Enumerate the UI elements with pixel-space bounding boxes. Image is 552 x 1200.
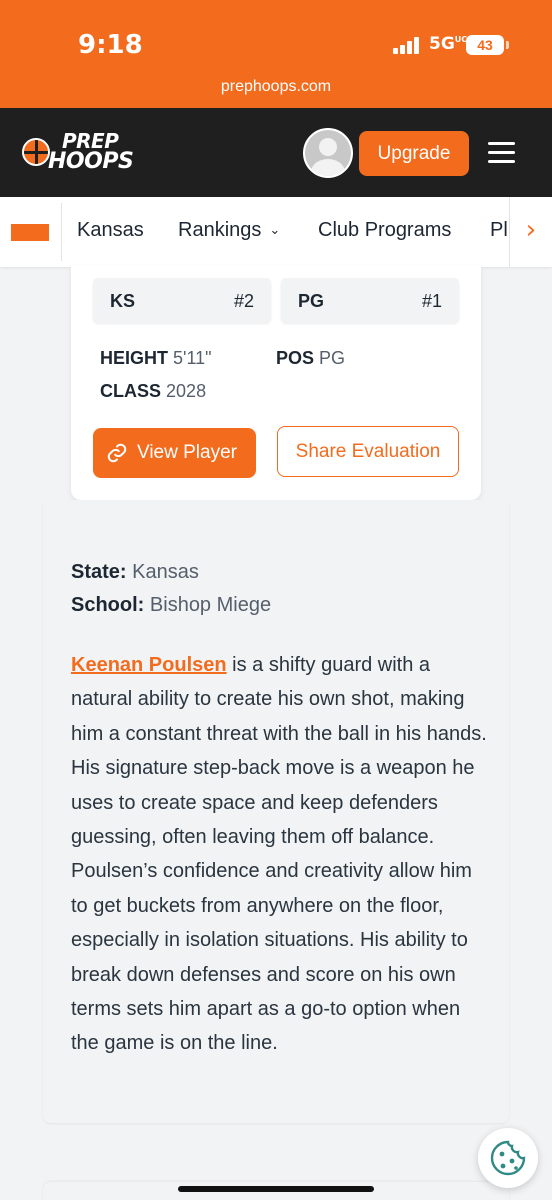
- share-evaluation-button[interactable]: Share Evaluation: [277, 426, 459, 477]
- signal-icon: [393, 36, 423, 54]
- evaluation-text: Keenan Poulsen is a shifty guard with a …: [71, 654, 487, 1055]
- class-attribute: CLASS 2028: [100, 381, 207, 401]
- chevron-right-icon[interactable]: ›: [509, 197, 552, 267]
- network-indicator: 5GUC: [429, 34, 468, 54]
- nav-item-rankings[interactable]: Rankings ⌄: [178, 219, 280, 242]
- pos-attribute: POS PG: [276, 348, 346, 368]
- nav-item-club-programs[interactable]: Club Programs: [318, 219, 451, 242]
- upgrade-button[interactable]: Upgrade: [359, 131, 469, 176]
- state-line: State: Kansas: [71, 561, 199, 583]
- evaluation-article: State: Kansas School: Bishop Miege Keena…: [43, 500, 509, 1123]
- avatar[interactable]: [303, 128, 353, 178]
- battery-icon: 43: [466, 35, 504, 55]
- player-name-link[interactable]: Keenan Poulsen: [71, 654, 227, 676]
- status-bar: 9:18 5GUC 43 prephoops.com: [0, 0, 552, 108]
- basketball-icon: [22, 138, 50, 166]
- nav-item-kansas[interactable]: Kansas: [77, 219, 144, 242]
- state-rank-box: KS #2: [93, 278, 271, 323]
- player-card: KS #2 PG #1 HEIGHT 5'11" POS PG CLASS 20…: [71, 266, 481, 500]
- section-nav: Kansas Rankings ⌄ Club Programs Pl ›: [0, 197, 552, 267]
- clock: 9:18: [78, 30, 143, 60]
- home-indicator[interactable]: [178, 1186, 374, 1192]
- user-icon: [305, 130, 351, 176]
- kansas-state-icon[interactable]: [11, 224, 49, 241]
- prep-hoops-logo[interactable]: PREP HOOPS: [22, 124, 134, 178]
- nav-item-players[interactable]: Pl: [490, 219, 508, 242]
- cookie-icon[interactable]: [478, 1128, 538, 1188]
- position-rank-box: PG #1: [281, 278, 459, 323]
- chevron-down-icon: ⌄: [269, 222, 281, 237]
- menu-icon[interactable]: [488, 142, 515, 164]
- view-player-button[interactable]: View Player: [93, 428, 256, 478]
- link-icon: [107, 443, 127, 463]
- height-attribute: HEIGHT 5'11": [100, 348, 212, 368]
- address-bar-url[interactable]: prephoops.com: [0, 78, 552, 96]
- school-line: School: Bishop Miege: [71, 594, 272, 616]
